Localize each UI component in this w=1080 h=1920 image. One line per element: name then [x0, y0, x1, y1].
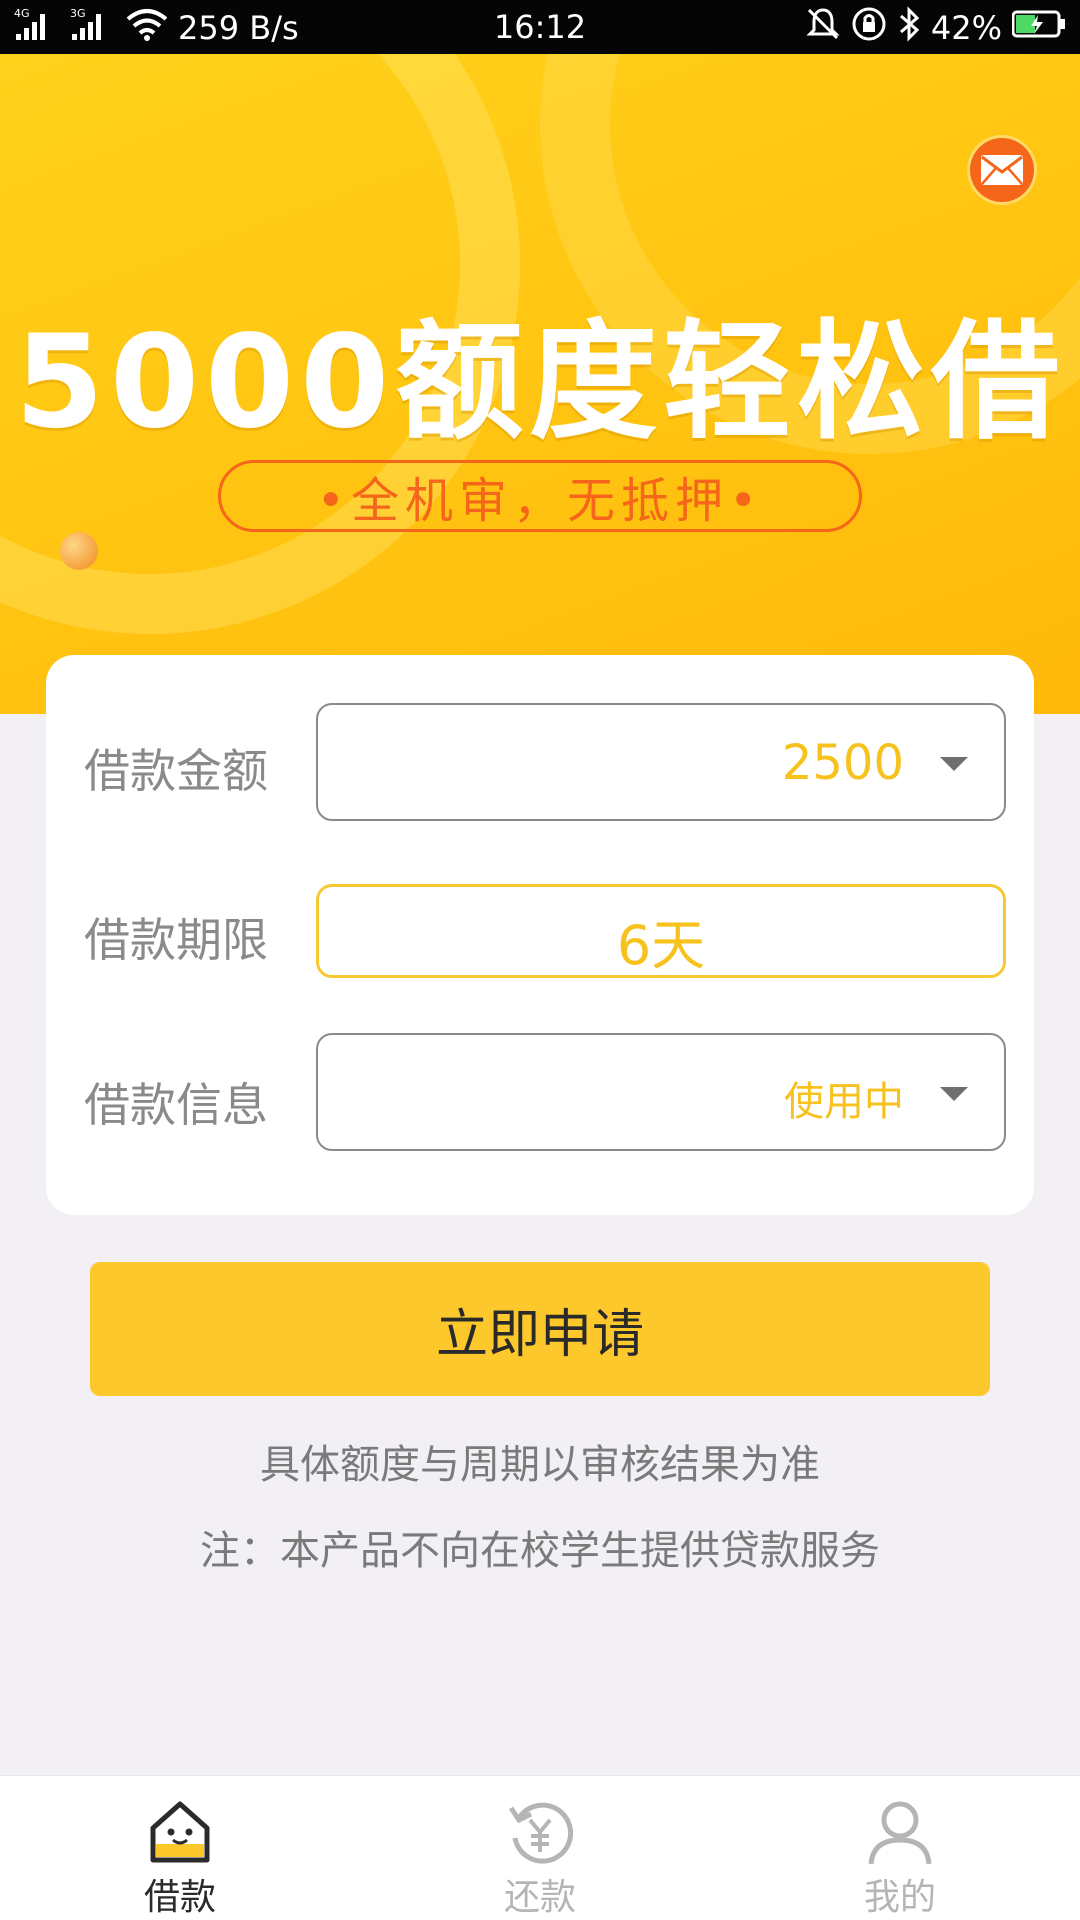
info-select[interactable]: 使用中 — [316, 1033, 1006, 1151]
amount-select[interactable]: 2500 — [316, 703, 1006, 821]
nav-item-loan[interactable]: 借款 — [60, 1776, 300, 1920]
apply-now-button[interactable]: 立即申请 — [90, 1262, 990, 1396]
chevron-down-icon — [940, 757, 968, 771]
banner-headline: 5000额度轻松借 — [14, 308, 1066, 457]
term-field: 6天 — [316, 884, 1006, 978]
term-row: 借款期限 6天 — [46, 884, 1034, 978]
message-button[interactable] — [970, 138, 1034, 202]
amount-value: 2500 — [781, 735, 904, 791]
mail-icon — [981, 155, 1023, 185]
decorative-ball — [60, 532, 98, 570]
rotation-lock-icon — [851, 6, 887, 50]
nav-item-repay[interactable]: 还款 — [420, 1776, 660, 1920]
nav-label-profile: 我的 — [863, 1877, 936, 1918]
amount-row: 借款金额 2500 — [46, 703, 1034, 821]
battery-percent: 42% — [930, 9, 1002, 47]
loan-form-card: 借款金额 2500 借款期限 6天 借款信息 使用中 — [46, 655, 1034, 1215]
battery-charging-icon — [1011, 9, 1066, 47]
banner-subtitle: •全机审，无抵押• — [316, 473, 764, 529]
status-right: 42% — [805, 6, 1066, 50]
amount-label: 借款金额 — [84, 744, 268, 798]
term-label: 借款期限 — [84, 913, 268, 967]
mute-icon — [805, 6, 841, 50]
apply-now-label: 立即申请 — [435, 1304, 644, 1365]
chevron-down-icon — [940, 1087, 968, 1101]
nav-item-profile[interactable]: 我的 — [780, 1776, 1020, 1920]
house-icon — [150, 1801, 210, 1863]
nav-label-repay: 还款 — [503, 1877, 576, 1918]
loan-home-screen: 4G 3G 259 B/s 16:12 42% 5000额度轻松借 •全机审，无… — [0, 0, 1080, 1920]
info-value: 使用中 — [784, 1079, 904, 1125]
term-value: 6天 — [616, 914, 706, 977]
bottom-nav: 借款 还款 我的 — [0, 1775, 1080, 1920]
note-limit: 具体额度与周期以审核结果为准 — [260, 1442, 820, 1488]
repay-yen-icon — [508, 1802, 574, 1864]
info-row: 借款信息 使用中 — [46, 1033, 1034, 1151]
banner-subtitle-pill: •全机审，无抵押• — [218, 460, 862, 532]
status-bar: 4G 3G 259 B/s 16:12 42% — [0, 0, 1080, 54]
note-students: 注：本产品不向在校学生提供贷款服务 — [200, 1528, 880, 1574]
user-icon — [868, 1801, 932, 1865]
info-label: 借款信息 — [84, 1078, 268, 1132]
nav-label-loan: 借款 — [143, 1877, 216, 1918]
bluetooth-icon — [897, 6, 921, 50]
